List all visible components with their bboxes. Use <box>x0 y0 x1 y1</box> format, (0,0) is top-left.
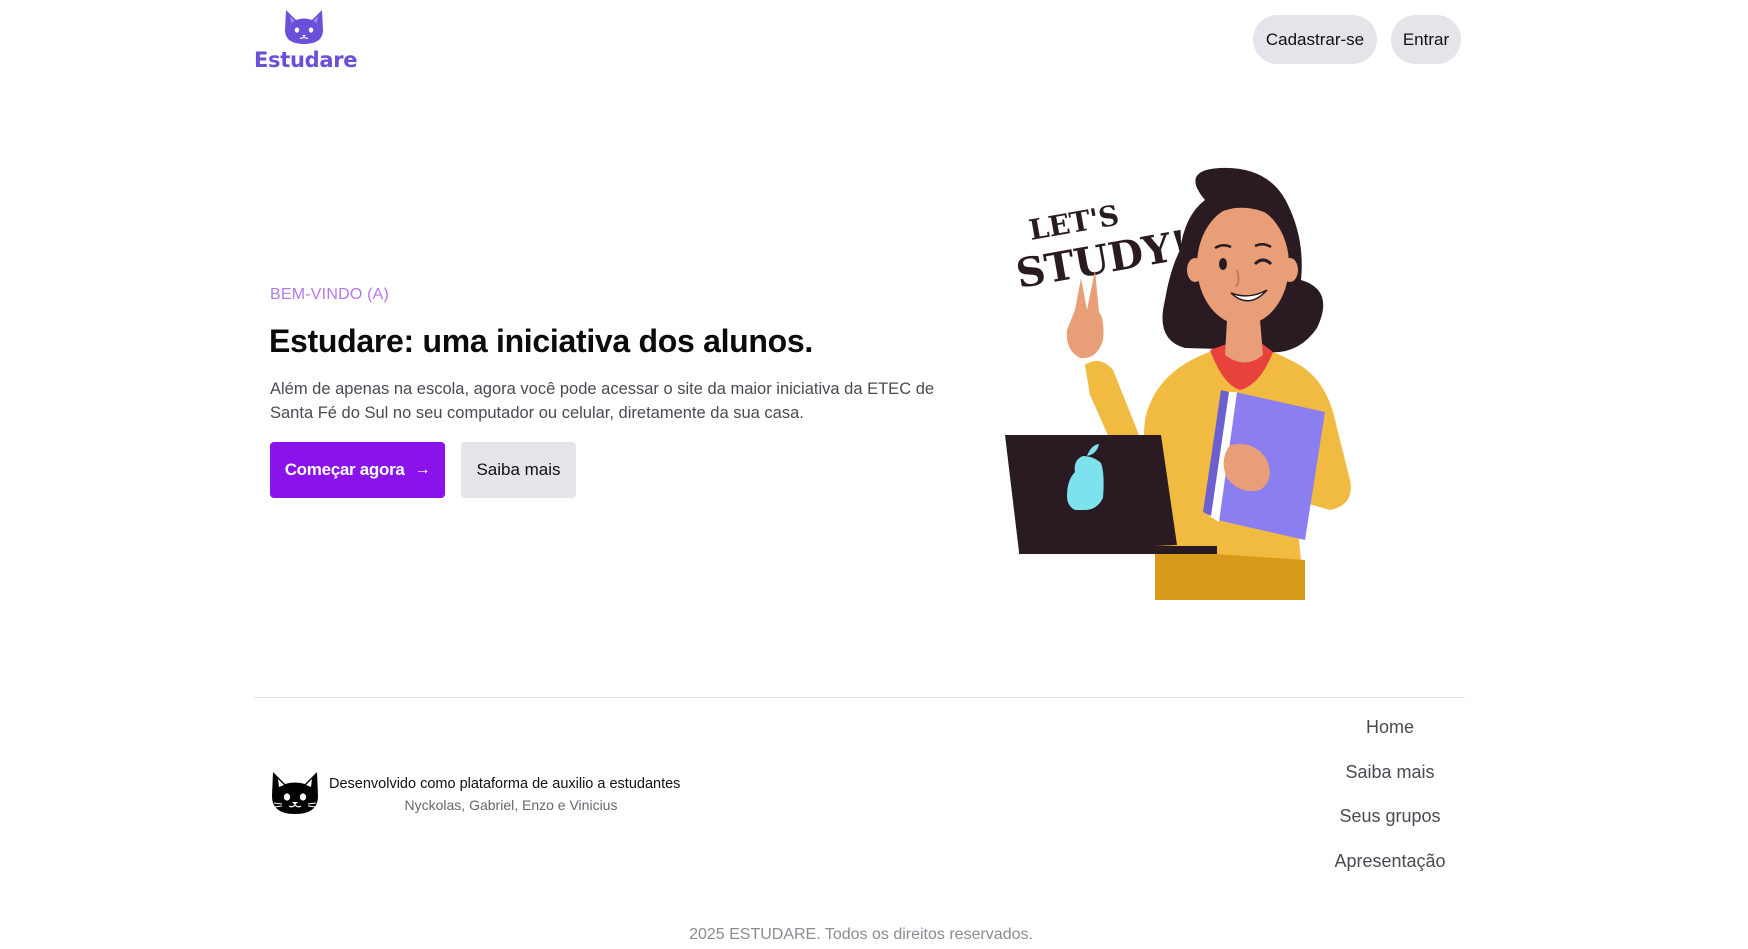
footer-link-saiba-mais[interactable]: Saiba mais <box>1290 757 1490 802</box>
hero-title: Estudare: uma iniciativa dos alunos. <box>269 323 814 359</box>
footer-nav: Home Saiba mais Seus grupos Apresentação <box>1290 712 1490 890</box>
cat-footer-icon <box>272 772 318 814</box>
hero-eyebrow: BEM-VINDO (A) <box>270 286 390 303</box>
footer-tagline: Desenvolvido como plataforma de auxilio … <box>329 776 681 792</box>
footer-link-apresentacao[interactable]: Apresentação <box>1290 846 1490 891</box>
logo-text: Estudare <box>254 48 358 72</box>
copyright: 2025 ESTUDARE. Todos os direitos reserva… <box>689 926 1033 943</box>
cat-logo-icon <box>285 10 323 44</box>
learn-more-button[interactable]: Saiba mais <box>461 442 576 498</box>
footer-divider <box>254 697 1465 698</box>
hero-description: Além de apenas na escola, agora você pod… <box>270 380 935 422</box>
signup-button[interactable]: Cadastrar-se <box>1253 15 1377 64</box>
footer-link-home[interactable]: Home <box>1290 712 1490 757</box>
start-now-button[interactable]: Começar agora → <box>270 442 445 498</box>
login-button[interactable]: Entrar <box>1391 15 1461 64</box>
arrow-right-icon: → <box>414 461 431 478</box>
start-now-label: Começar agora <box>284 460 405 479</box>
page: Estudare Cadastrar-se Entrar BEM-VINDO (… <box>0 0 1748 949</box>
footer-link-seus-grupos[interactable]: Seus grupos <box>1290 801 1490 846</box>
footer-authors: Nyckolas, Gabriel, Enzo e Vinicius <box>404 797 618 813</box>
logo-link[interactable]: Estudare <box>254 8 358 74</box>
student-illustration: LET'S STUDY! <box>1005 167 1351 600</box>
